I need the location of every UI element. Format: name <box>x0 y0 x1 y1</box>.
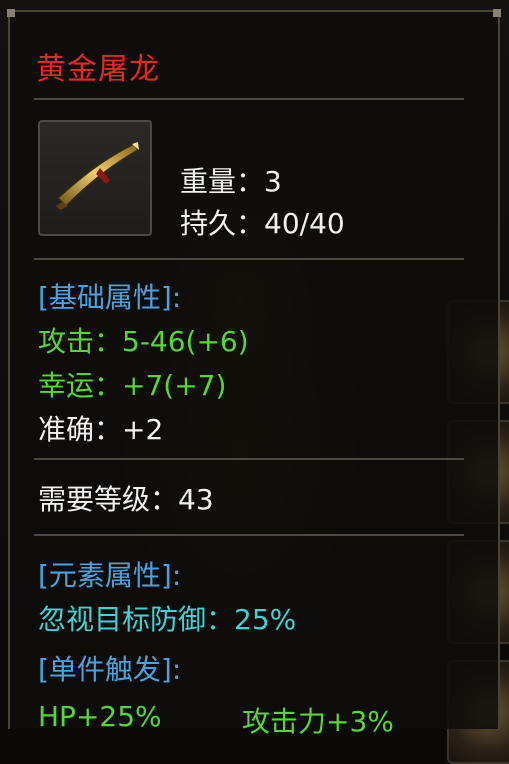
corner-ornament <box>493 9 501 17</box>
ignore-defense-stat: 忽视目标防御：25% <box>38 603 297 636</box>
element-attributes-header: [元素属性]: <box>38 559 182 592</box>
divider <box>34 534 464 536</box>
weight-label: 重量：3 <box>180 165 282 198</box>
single-trigger-header: [单件触发]: <box>38 653 182 686</box>
golden-sword-icon <box>56 142 140 210</box>
basic-attributes-header: [基础属性]: <box>38 281 182 314</box>
required-level: 需要等级：43 <box>38 483 214 516</box>
item-name: 黄金屠龙 <box>36 52 160 87</box>
divider <box>34 258 464 260</box>
corner-ornament <box>7 9 15 17</box>
attack-power-bonus-stat: 攻击力+3% <box>242 705 394 738</box>
accuracy-stat: 准确：+2 <box>38 413 164 446</box>
item-tooltip: 黄金屠龙 重量：3 持久：40/40 [基础属性]: 攻击：5-46(+6) 幸… <box>7 9 501 738</box>
attack-stat: 攻击：5-46(+6) <box>38 325 249 358</box>
hp-bonus-stat: HP+25% <box>38 700 162 733</box>
divider <box>34 458 464 460</box>
durability-label: 持久：40/40 <box>180 207 345 240</box>
item-icon-slot[interactable] <box>38 120 152 236</box>
divider <box>34 98 464 100</box>
luck-stat: 幸运：+7(+7) <box>38 369 227 402</box>
